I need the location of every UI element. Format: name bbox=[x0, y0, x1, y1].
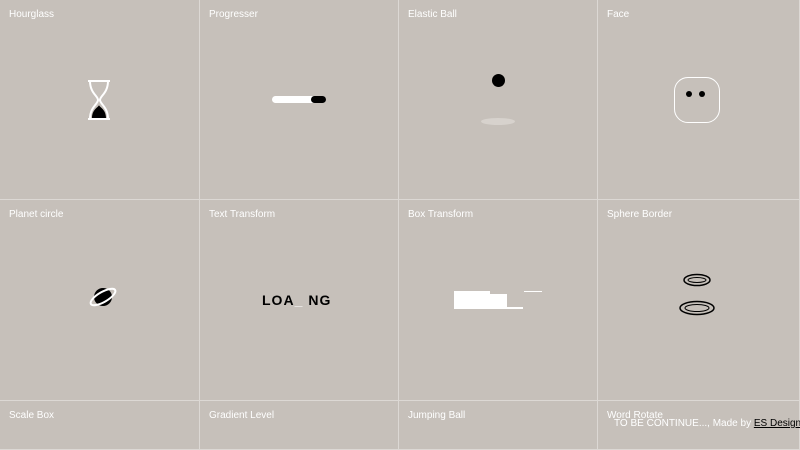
face-eye-right bbox=[699, 91, 705, 97]
face-outline bbox=[674, 77, 720, 123]
cell-jumping-ball: Jumping Ball bbox=[399, 401, 598, 450]
box-thin bbox=[506, 307, 523, 309]
cell-hourglass: Hourglass bbox=[0, 0, 200, 200]
planet-icon bbox=[89, 287, 117, 307]
cell-elastic-ball: Elastic Ball bbox=[399, 0, 598, 200]
ball-shadow bbox=[481, 118, 515, 125]
cell-progresser: Progresser bbox=[200, 0, 399, 200]
cell-gradient-level: Gradient Level bbox=[200, 401, 399, 450]
cell-label: Hourglass bbox=[9, 9, 55, 20]
cell-label: Elastic Ball bbox=[408, 9, 457, 20]
box-medium bbox=[489, 294, 507, 309]
loader-grid: Hourglass Progresser Elastic Ball Face P… bbox=[0, 0, 800, 450]
cell-text-transform: Text Transform LOA_ NG bbox=[200, 200, 399, 401]
cell-label: Jumping Ball bbox=[408, 410, 466, 421]
cell-label: Scale Box bbox=[9, 410, 55, 421]
cell-face: Face bbox=[598, 0, 800, 200]
footer-credit: TO BE CONTINUE..., Made by ES Design bbox=[614, 418, 800, 429]
cell-label: Gradient Level bbox=[209, 410, 275, 421]
cell-scale-box: Scale Box bbox=[0, 401, 200, 450]
footer-text: TO BE CONTINUE..., Made by bbox=[614, 418, 754, 429]
cell-sphere-border: Sphere Border bbox=[598, 200, 800, 401]
cell-box-transform: Box Transform bbox=[399, 200, 598, 401]
face-eye-left bbox=[686, 91, 692, 97]
box-large bbox=[454, 291, 490, 309]
box-line bbox=[524, 291, 542, 292]
loading-text-right: NG bbox=[308, 292, 332, 308]
ball bbox=[492, 74, 505, 87]
cell-label: Face bbox=[607, 9, 630, 20]
loading-text-left: LOA bbox=[262, 292, 295, 308]
loading-text-gap: _ bbox=[294, 292, 304, 308]
cell-label: Progresser bbox=[209, 9, 258, 20]
loading-text: LOA_ NG bbox=[262, 292, 331, 308]
es-design-link[interactable]: ES Design bbox=[754, 418, 800, 429]
progress-thumb bbox=[311, 96, 326, 103]
hourglass-icon bbox=[88, 80, 110, 120]
cell-planet-circle: Planet circle bbox=[0, 200, 200, 401]
cell-label: Box Transform bbox=[408, 209, 474, 220]
cell-label: Sphere Border bbox=[607, 209, 673, 220]
cell-label: Planet circle bbox=[9, 209, 64, 220]
sphere-rings-icon bbox=[679, 273, 715, 316]
cell-label: Text Transform bbox=[209, 209, 276, 220]
